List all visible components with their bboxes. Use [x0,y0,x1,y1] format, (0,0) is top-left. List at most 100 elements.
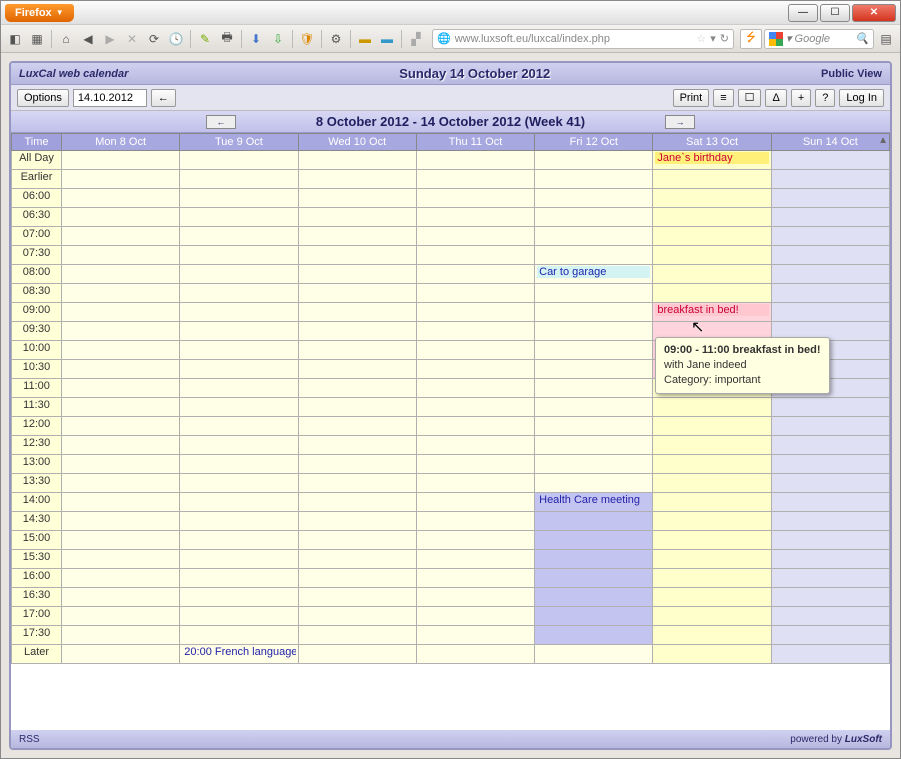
calendar-cell[interactable] [416,265,534,284]
print-button[interactable]: Print [673,89,710,107]
calendar-cell[interactable]: Jane`s birthday [653,151,771,170]
calendar-cell[interactable] [298,588,416,607]
calendar-cell[interactable] [771,455,889,474]
calendar-cell[interactable] [416,512,534,531]
calendar-cell[interactable] [535,189,653,208]
calendar-cell[interactable] [180,550,298,569]
calendar-cell[interactable] [771,227,889,246]
calendar-cell[interactable] [535,398,653,417]
window-maximize-button[interactable]: ☐ [820,4,850,22]
calendar-cell[interactable] [535,645,653,664]
calendar-cell[interactable] [416,417,534,436]
calendar-cell[interactable] [180,208,298,227]
calendar-cell[interactable] [180,284,298,303]
calendar-cell[interactable] [653,474,771,493]
calendar-cell[interactable] [771,246,889,265]
calendar-cell[interactable] [771,417,889,436]
calendar-cell[interactable] [653,246,771,265]
calendar-cell[interactable] [180,474,298,493]
calendar-cell[interactable] [298,550,416,569]
calendar-cell[interactable] [535,151,653,170]
calendar-cell[interactable] [535,607,653,626]
calendar-event[interactable]: Jane`s birthday [655,152,768,164]
calendar-cell[interactable] [62,512,180,531]
calendar-cell[interactable] [62,360,180,379]
calendar-cell[interactable] [416,341,534,360]
calendar-event[interactable]: Car to garage [537,266,650,278]
home-icon[interactable]: ⌂ [56,29,76,49]
calendar-cell[interactable] [298,474,416,493]
date-input[interactable] [73,89,147,107]
search-icon[interactable]: 🔍 [855,32,869,45]
calendar-cell[interactable] [62,189,180,208]
calendar-cell[interactable] [653,569,771,588]
footer-rss-link[interactable]: RSS [19,734,40,745]
calendar-cell[interactable] [62,208,180,227]
calendar-cell[interactable] [298,265,416,284]
calendar-cell[interactable] [62,265,180,284]
calendar-cell[interactable] [535,379,653,398]
calendar-cell[interactable] [62,246,180,265]
calendar-cell[interactable] [653,588,771,607]
edit-icon[interactable]: ✎ [195,29,215,49]
calendar-cell[interactable] [62,474,180,493]
calendar-cell[interactable] [535,550,653,569]
next-week-button[interactable]: → [665,115,695,129]
calendar-cell[interactable] [180,607,298,626]
calendar-cell[interactable] [653,417,771,436]
calendar-cell[interactable] [535,588,653,607]
calendar-cell[interactable] [416,493,534,512]
calendar-cell[interactable] [180,417,298,436]
calendar-cell[interactable] [771,493,889,512]
stats-icon[interactable]: ▞ [406,29,426,49]
calendar-cell[interactable] [298,170,416,189]
calendar-cell[interactable] [771,284,889,303]
calendar-cell[interactable] [298,626,416,645]
calendar-cell[interactable] [62,645,180,664]
calendar-cell[interactable] [416,246,534,265]
calendar-cell[interactable] [180,227,298,246]
calendar-cell[interactable] [298,303,416,322]
options-button[interactable]: Options [17,89,69,107]
calendar-cell[interactable] [298,227,416,246]
calendar-cell[interactable] [416,284,534,303]
calendar-cell[interactable] [298,284,416,303]
calendar-cell[interactable] [62,170,180,189]
calendar-cell[interactable] [416,227,534,246]
calendar-cell[interactable] [298,341,416,360]
calendar-cell[interactable] [653,265,771,284]
calendar-cell[interactable] [62,417,180,436]
calendar-cell[interactable] [180,246,298,265]
calendar-cell[interactable] [416,360,534,379]
calendar-cell[interactable] [180,512,298,531]
calendar-cell[interactable] [771,626,889,645]
calendar-cell[interactable] [62,341,180,360]
calendar-cell[interactable] [771,170,889,189]
calendar-cell[interactable] [62,284,180,303]
firefox-menu-button[interactable]: Firefox ▼ [5,4,74,22]
calendar-cell[interactable] [653,227,771,246]
calendar-cell[interactable] [653,645,771,664]
calendar-cell[interactable] [416,303,534,322]
calendar-cell[interactable] [771,265,889,284]
calendar-cell[interactable] [62,607,180,626]
calendar-cell[interactable] [535,569,653,588]
rss-icon[interactable]: ⭍ [740,29,762,49]
calendar-cell[interactable] [180,588,298,607]
tabs-icon[interactable]: ▦ [27,29,47,49]
calendar-cell[interactable] [771,474,889,493]
calendar-cell[interactable] [416,626,534,645]
calendar-cell[interactable] [62,493,180,512]
calendar-cell[interactable] [653,493,771,512]
calendar-cell[interactable] [180,303,298,322]
calendar-event[interactable]: 20:00 French language [182,646,295,658]
calendar-cell[interactable] [62,626,180,645]
addons-gear-icon[interactable]: ⚙ [326,29,346,49]
view-list-button[interactable]: ≡ [713,89,733,107]
back-icon[interactable]: ◀ [78,29,98,49]
calendar-cell[interactable] [535,341,653,360]
calendar-cell[interactable] [653,189,771,208]
calendar-cell[interactable] [298,607,416,626]
calendar-cell[interactable] [180,455,298,474]
login-button[interactable]: Log In [839,89,884,107]
